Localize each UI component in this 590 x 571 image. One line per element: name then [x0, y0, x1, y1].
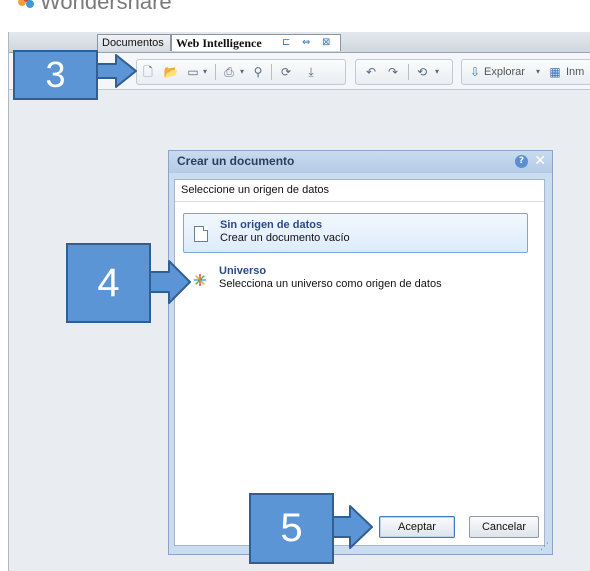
callout-4: 4: [66, 243, 151, 323]
callout-5: 5: [249, 493, 334, 564]
callout-3: 3: [13, 50, 98, 100]
callout-5-arrow: [332, 505, 373, 549]
callout-3-arrow: [96, 54, 137, 88]
callout-4-arrow: [149, 260, 191, 304]
